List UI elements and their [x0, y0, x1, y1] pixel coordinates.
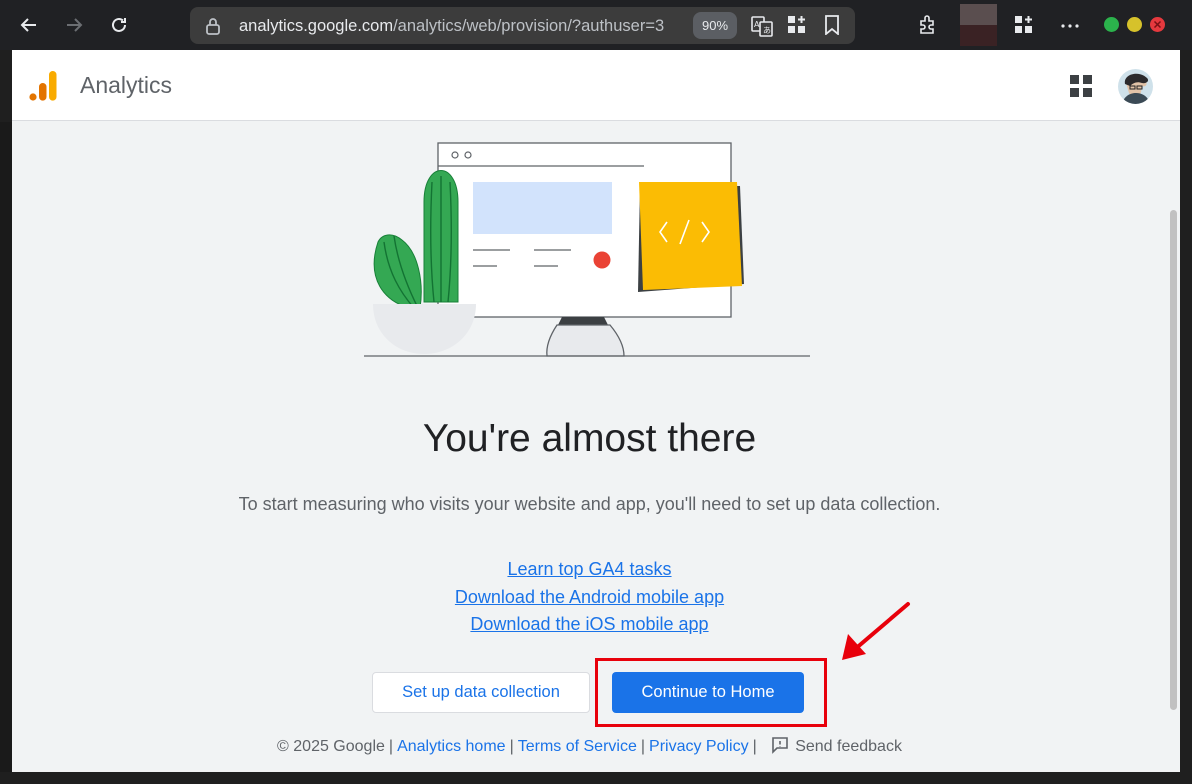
resource-links: Learn top GA4 tasks Download the Android… — [12, 556, 1167, 639]
avatar[interactable] — [1118, 69, 1153, 104]
svg-text:A: A — [754, 20, 760, 29]
collections-icon[interactable] — [1014, 15, 1034, 35]
footer-link-privacy[interactable]: Privacy Policy — [649, 738, 749, 755]
minimize-window-button[interactable] — [1104, 17, 1119, 32]
analytics-logo[interactable] — [29, 71, 59, 101]
setup-illustration — [364, 142, 810, 357]
background-strip — [0, 122, 12, 772]
apps-add-icon[interactable] — [787, 15, 807, 35]
profile-thumbnail[interactable] — [960, 4, 997, 46]
extensions-icon[interactable] — [917, 14, 939, 36]
translate-icon[interactable]: Aあ — [751, 15, 773, 37]
page-scrollbar[interactable] — [1167, 122, 1180, 772]
reload-icon[interactable] — [104, 10, 134, 40]
continue-to-home-button[interactable]: Continue to Home — [612, 672, 804, 713]
copyright-text: © 2025 Google — [277, 738, 385, 755]
analytics-page: Analytics You're almost there To start m… — [12, 50, 1180, 772]
bookmark-icon[interactable] — [824, 15, 840, 35]
more-icon[interactable] — [1060, 16, 1080, 36]
footer-link-terms[interactable]: Terms of Service — [518, 738, 637, 755]
maximize-window-button[interactable] — [1127, 17, 1142, 32]
svg-text:あ: あ — [763, 26, 771, 35]
app-title: Analytics — [80, 72, 173, 98]
footer-link-analytics-home[interactable]: Analytics home — [397, 738, 506, 755]
zoom-indicator[interactable]: 90% — [693, 12, 737, 39]
page-headline: You're almost there — [422, 417, 757, 460]
annotation-arrow-icon — [842, 602, 910, 660]
browser-toolbar: analytics.google.com/analytics/web/provi… — [0, 0, 1192, 50]
link-android-app[interactable]: Download the Android mobile app — [12, 584, 1167, 612]
address-bar[interactable]: analytics.google.com/analytics/web/provi… — [190, 7, 855, 44]
page-footer: © 2025 Google | Analytics home | Terms of Se… — [277, 737, 902, 755]
back-icon[interactable] — [14, 10, 44, 40]
link-learn-ga4-tasks[interactable]: Learn top GA4 tasks — [12, 556, 1167, 584]
main-content: You're almost there To start measuring w… — [12, 122, 1167, 772]
lock-icon[interactable] — [205, 17, 221, 35]
url-text[interactable]: analytics.google.com/analytics/web/provi… — [239, 17, 691, 36]
page-subtext: To start measuring who visits your websi… — [238, 494, 941, 514]
link-ios-app[interactable]: Download the iOS mobile app — [12, 611, 1167, 639]
set-up-data-collection-button[interactable]: Set up data collection — [372, 672, 590, 713]
google-apps-icon[interactable] — [1070, 75, 1092, 97]
send-feedback-button[interactable]: Send feedback — [771, 737, 902, 755]
forward-icon[interactable] — [59, 10, 89, 40]
close-window-button[interactable] — [1150, 17, 1165, 32]
scrollbar-thumb[interactable] — [1170, 210, 1177, 710]
feedback-icon — [772, 737, 789, 754]
app-header: Analytics — [12, 50, 1180, 121]
